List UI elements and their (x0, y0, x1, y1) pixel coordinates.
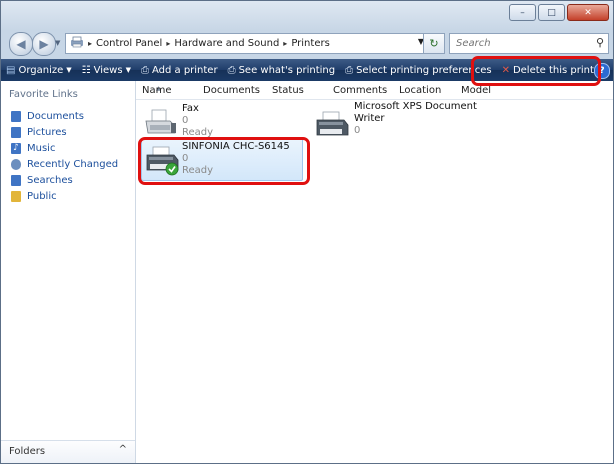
sidebar-item-pictures[interactable]: Pictures (11, 124, 118, 140)
search-box: ⚲ (449, 33, 609, 54)
views-button[interactable]: ☷ Views ▼ (77, 59, 136, 81)
back-button[interactable]: ◀ (9, 32, 33, 56)
recent-pages-dropdown[interactable]: ▼ (55, 39, 60, 47)
printer-icon (314, 111, 350, 142)
see-whats-printing-button[interactable]: ⎙ See what's printing (223, 59, 341, 81)
sidebar-item-label: Searches (27, 174, 73, 186)
favorite-links-heading: Favorite Links (9, 89, 78, 100)
organize-icon: ▤ (6, 64, 16, 76)
window-controls: – □ ✕ (509, 4, 609, 21)
printer-name-line1: Microsoft XPS Document (354, 101, 477, 112)
column-header-documents[interactable]: Documents (203, 85, 260, 96)
printers-folder-icon (70, 36, 84, 51)
folders-toggle[interactable]: Folders ^ (1, 440, 135, 463)
printer-item-fax[interactable]: Fax 0 Ready (144, 103, 314, 139)
chevron-down-icon: ▼ (125, 66, 131, 74)
public-folder-icon (11, 190, 21, 202)
sidebar-item-label: Pictures (27, 126, 67, 138)
printer-item-xps-writer[interactable]: Microsoft XPS Document Writer 0 (314, 101, 484, 137)
printer-name: Fax (182, 103, 199, 114)
views-label: Views (93, 64, 123, 76)
sidebar-item-label: Recently Changed (27, 158, 119, 170)
recently-changed-icon (11, 158, 21, 170)
printers-window: – □ ✕ ◀ ▶ ▼ ▸ Control Panel ▸ Hardware a… (0, 0, 614, 464)
column-header-name[interactable]: Name (142, 85, 172, 96)
sidebar-item-searches[interactable]: Searches (11, 172, 118, 188)
breadcrumb-printers[interactable]: Printers (291, 38, 329, 49)
folders-label: Folders (9, 446, 46, 457)
preferences-icon: ⎙ (345, 64, 354, 76)
back-arrow-icon: ◀ (16, 37, 26, 51)
see-whats-printing-label: See what's printing (238, 64, 336, 76)
sidebar-item-public[interactable]: Public (11, 188, 118, 204)
minimize-button[interactable]: – (509, 4, 536, 21)
navigation-pane: Favorite Links Documents Pictures ♪ Musi… (1, 81, 136, 463)
refresh-button[interactable]: ↻ (423, 33, 445, 54)
pictures-icon (11, 126, 21, 138)
sidebar-item-music[interactable]: ♪ Music (11, 140, 118, 156)
refresh-icon: ↻ (429, 37, 439, 50)
sidebar-item-label: Documents (27, 110, 85, 122)
breadcrumb-separator: ▸ (88, 39, 93, 48)
breadcrumb-separator: ▸ (166, 39, 171, 48)
breadcrumb-control-panel[interactable]: Control Panel (96, 38, 162, 49)
print-queue-icon: ⎙ (227, 64, 236, 76)
forward-button[interactable]: ▶ (32, 32, 56, 56)
column-header-model[interactable]: Model (461, 85, 491, 96)
add-printer-button[interactable]: ⎙ Add a printer (136, 59, 223, 81)
sidebar-item-label: Music (27, 142, 56, 154)
column-header-comments[interactable]: Comments (333, 85, 387, 96)
fax-icon (144, 109, 178, 140)
highlight-box-printer (138, 137, 310, 185)
search-icon[interactable]: ⚲ (596, 36, 604, 49)
chevron-down-icon: ▼ (66, 66, 72, 74)
organize-label: Organize (18, 64, 64, 76)
column-header-location[interactable]: Location (399, 85, 441, 96)
breadcrumb-hardware-and-sound[interactable]: Hardware and Sound (174, 38, 279, 49)
views-icon: ☷ (81, 64, 91, 76)
searches-icon (11, 174, 21, 186)
organize-button[interactable]: ▤ Organize ▼ (1, 59, 77, 81)
music-icon: ♪ (11, 142, 21, 154)
favorite-links-list: Documents Pictures ♪ Music Recently Chan… (11, 108, 118, 204)
sidebar-item-label: Public (27, 190, 57, 202)
add-printer-icon: ⎙ (140, 64, 149, 76)
sidebar-item-recently-changed[interactable]: Recently Changed (11, 156, 118, 172)
printer-name-line2: Writer (354, 113, 385, 124)
address-row: ◀ ▶ ▼ ▸ Control Panel ▸ Hardware and Sou… (9, 32, 609, 56)
close-button[interactable]: ✕ (567, 4, 609, 21)
chevron-up-icon: ^ (118, 444, 127, 455)
maximize-button[interactable]: □ (538, 4, 565, 21)
printer-document-count: 0 (354, 125, 361, 136)
sidebar-item-documents[interactable]: Documents (11, 108, 118, 124)
breadcrumb-separator: ▸ (283, 39, 288, 48)
printer-document-count: 0 (182, 115, 189, 126)
address-bar[interactable]: ▸ Control Panel ▸ Hardware and Sound ▸ P… (65, 33, 445, 54)
add-printer-label: Add a printer (151, 64, 218, 76)
documents-icon (11, 110, 21, 122)
column-header-status[interactable]: Status (272, 85, 304, 96)
highlight-box-delete-button (471, 56, 601, 86)
forward-arrow-icon: ▶ (39, 37, 49, 51)
search-input[interactable] (454, 37, 588, 50)
